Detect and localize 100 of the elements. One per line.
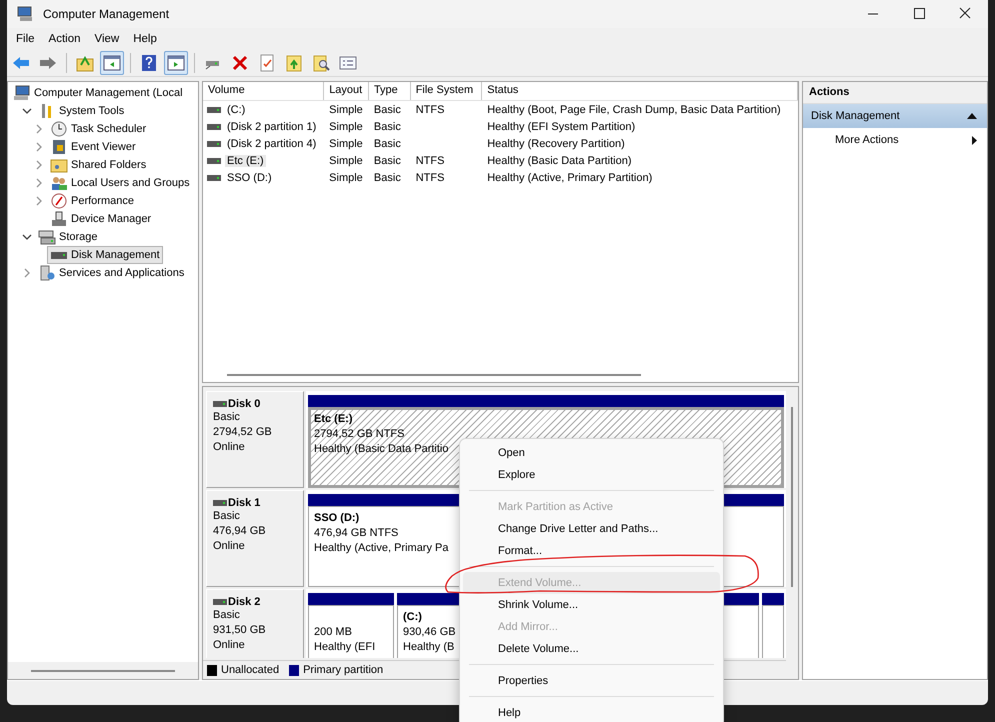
partition-size: 930,46 GB — [403, 625, 456, 640]
menu-item[interactable]: Action — [42, 31, 88, 47]
server-icon — [38, 265, 56, 281]
tree-item[interactable]: Event Viewer — [47, 138, 139, 156]
window-title: Computer Management — [43, 7, 170, 21]
legend-label: Unallocated — [221, 664, 280, 676]
menu-item[interactable]: Help — [126, 31, 164, 47]
chevron-right-icon[interactable] — [34, 142, 44, 152]
scrollbar-thumb[interactable] — [31, 670, 175, 672]
menu-item[interactable]: Open — [463, 442, 720, 464]
table-cell: Basic — [374, 120, 401, 132]
drive-icon — [207, 124, 221, 130]
clock-icon — [50, 121, 68, 137]
disk-name: Disk 2 — [228, 596, 260, 608]
action-link[interactable]: More Actions — [835, 134, 899, 146]
menu-item[interactable]: Help — [463, 702, 720, 722]
actions-header: Actions — [803, 82, 987, 104]
tree-item[interactable]: Device Manager — [47, 210, 154, 228]
pane-toggle-icon[interactable] — [164, 51, 188, 75]
table-cell: Simple — [329, 138, 363, 150]
drive-icon — [207, 158, 221, 164]
scrollbar-thumb[interactable] — [791, 407, 793, 587]
tree-item[interactable]: System Tools — [35, 102, 128, 120]
partition-size: 476,94 GB NTFS — [314, 526, 398, 541]
menu-item[interactable]: Properties — [463, 670, 720, 692]
tree-label: Services and Applications — [59, 267, 184, 279]
table-cell[interactable]: SSO (D:) — [225, 172, 274, 184]
disk-status: Online — [213, 539, 245, 554]
partition-label: (C:) — [403, 610, 422, 625]
drive-icon — [213, 500, 227, 506]
disk-size: 931,50 GB — [213, 623, 266, 638]
collapse-triangle-icon[interactable] — [967, 113, 977, 119]
disk-name: Disk 1 — [228, 497, 260, 509]
chevron-right-icon[interactable] — [22, 268, 32, 278]
partition-label: SSO (D:) — [314, 511, 360, 526]
table-cell[interactable]: (C:) — [225, 104, 248, 116]
legend-label: Primary partition — [303, 664, 384, 676]
menu-item[interactable]: Shrink Volume... — [463, 594, 720, 616]
chevron-right-icon[interactable] — [34, 178, 44, 188]
column-header[interactable]: Status — [482, 82, 798, 100]
scrollbar-thumb[interactable] — [227, 374, 641, 376]
tree-item[interactable]: Local Users and Groups — [47, 174, 193, 192]
table-cell: Healthy (Recovery Partition) — [487, 138, 625, 150]
tree-label: Performance — [71, 195, 134, 207]
table-cell[interactable]: Etc (E:) — [225, 154, 266, 166]
tree-label: Shared Folders — [71, 159, 146, 171]
table-cell: Basic — [374, 172, 401, 184]
column-header[interactable]: Type — [368, 82, 411, 100]
tree-item[interactable]: Services and Applications — [35, 264, 188, 282]
menu-item[interactable]: Explore — [463, 464, 720, 486]
tree-label: Computer Management (Local — [34, 87, 183, 99]
chevron-right-icon[interactable] — [34, 196, 44, 206]
tree-item[interactable]: Disk Management — [47, 246, 163, 264]
tree-item[interactable]: Shared Folders — [47, 156, 150, 174]
computer-icon — [17, 6, 35, 22]
table-cell: NTFS — [416, 154, 444, 166]
menu-item[interactable]: File — [9, 31, 42, 47]
table-cell: Simple — [329, 172, 363, 184]
tree-item[interactable]: Storage — [35, 228, 101, 246]
drive-icon — [207, 140, 221, 146]
computer-icon — [13, 85, 31, 101]
chevron-down-icon[interactable] — [22, 106, 32, 116]
menu-item[interactable]: Format... — [463, 540, 720, 562]
partition-bar — [762, 593, 784, 605]
partition-status: Healthy (Active, Primary Pa — [314, 541, 448, 556]
menu-item[interactable]: View — [88, 31, 126, 47]
tree-item[interactable]: Performance — [47, 192, 137, 210]
chevron-down-icon[interactable] — [22, 232, 32, 242]
disk-type: Basic — [213, 608, 240, 623]
table-cell: NTFS — [416, 104, 444, 116]
tree-item[interactable]: Task Scheduler — [47, 120, 150, 138]
tree-item[interactable]: Computer Management (Local — [10, 84, 186, 102]
chevron-right-icon[interactable] — [34, 160, 44, 170]
storage-icon — [38, 229, 56, 245]
table-cell: Simple — [329, 120, 363, 132]
actions-section[interactable]: Disk Management — [803, 104, 987, 128]
table-cell: Simple — [329, 154, 363, 166]
tree-label: System Tools — [59, 105, 124, 117]
users-icon — [50, 175, 68, 191]
tree-label: Storage — [59, 231, 98, 243]
table-cell: Healthy (EFI System Partition) — [487, 120, 636, 132]
menu-item[interactable]: Delete Volume... — [463, 638, 720, 660]
table-cell[interactable]: (Disk 2 partition 4) — [225, 138, 318, 150]
chevron-right-icon[interactable] — [34, 124, 44, 134]
table-cell[interactable]: (Disk 2 partition 1) — [225, 120, 318, 132]
disk-name: Disk 0 — [228, 398, 260, 410]
disk-size: 2794,52 GB — [213, 425, 272, 440]
table-cell: Basic — [374, 154, 401, 166]
column-header[interactable]: File System — [410, 82, 482, 100]
column-header[interactable]: Volume — [203, 82, 324, 100]
partition-status: Healthy (Basic Data Partitio — [314, 442, 448, 457]
disk-size: 476,94 GB — [213, 524, 266, 539]
drive-icon — [213, 401, 227, 407]
section-title: Disk Management — [811, 110, 900, 122]
disk-type: Basic — [213, 509, 240, 524]
column-header[interactable]: Layout — [324, 82, 369, 100]
partition-status: Healthy (EFI — [314, 640, 376, 655]
menu-item[interactable]: Change Drive Letter and Paths... — [463, 518, 720, 540]
pane-toggle-icon[interactable] — [100, 51, 124, 75]
log-viewer-icon — [50, 139, 68, 155]
